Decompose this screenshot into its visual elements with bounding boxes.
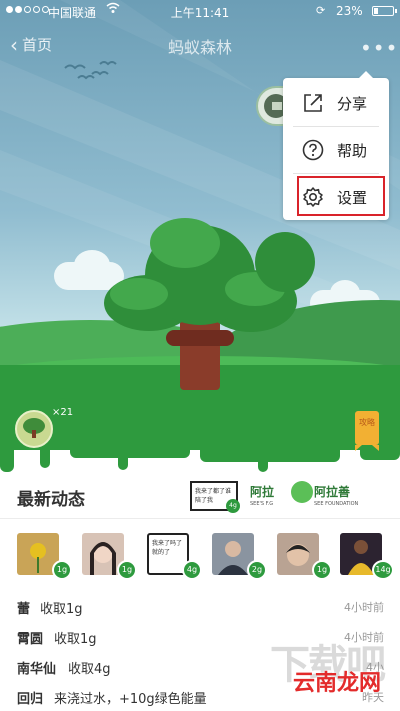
feed-action-text: 收取4g xyxy=(68,662,111,677)
share-icon xyxy=(301,91,325,115)
feed-title: 最新动态 xyxy=(17,490,85,510)
sponsor-frame-text: 我来了都了谁陪了我 xyxy=(195,488,232,504)
ground-drip xyxy=(0,440,14,472)
avatar-energy-badge: 14g xyxy=(372,560,394,580)
orientation-lock-icon: ⟳ xyxy=(316,4,326,17)
sponsor-subtext: SEE FOUNDATION xyxy=(314,501,359,507)
sponsor-logo: 阿拉善 xyxy=(314,485,351,499)
ground-drip xyxy=(200,440,340,462)
feed-header: 最新动态 我来了都了谁陪了我 4g 阿拉 SEE'S F.G 阿拉善 SEE F… xyxy=(0,475,400,519)
tree-leaves xyxy=(110,278,168,310)
feed-time: 4小时前 xyxy=(344,601,384,614)
feed-user-name: 回归 xyxy=(17,692,44,707)
energy-count: ×21 xyxy=(52,407,74,418)
ground-drip xyxy=(258,440,268,472)
highlight-annotation xyxy=(297,176,385,216)
avatar-energy-badge: 4g xyxy=(182,560,202,580)
watermark-site: 云南龙网 xyxy=(293,671,382,696)
sponsor-badge: 4g xyxy=(226,499,240,513)
battery-percent: 23% xyxy=(336,4,363,18)
guide-bookmark-icon[interactable]: 攻略 xyxy=(355,411,379,451)
friend-avatar-row: 1g 1g 我来了吗了就的了 4g 2g 1g 14g xyxy=(0,533,400,583)
tree-branch xyxy=(166,330,234,346)
page-title: 蚂蚁森林 xyxy=(167,38,232,57)
feed-row[interactable]: 蕾 收取1g 4小时前 xyxy=(0,592,400,622)
guide-label: 攻略 xyxy=(359,418,375,427)
menu-item-share[interactable]: 分享 xyxy=(283,80,389,126)
avatar-text: 我来了吗了就的了 xyxy=(152,540,183,556)
feed-action-text: 收取1g xyxy=(54,632,97,647)
menu-item-label: 分享 xyxy=(337,94,368,113)
menu-item-help[interactable]: 帮助 xyxy=(283,127,389,173)
status-bar: 中国联通 上午11:41 ⟳ 23% xyxy=(0,0,400,22)
feed-action-text: 来浇过水，+10g绿色能量 xyxy=(54,692,207,707)
tree-leaves xyxy=(150,218,220,268)
avatar-energy-badge: 1g xyxy=(52,560,72,580)
nav-bar: ‹ 首页 蚂蚁森林 ••• xyxy=(0,22,400,66)
leaf-logo-icon xyxy=(291,481,313,503)
avatar-energy-badge: 1g xyxy=(312,560,332,580)
cloud xyxy=(74,250,110,280)
ground-drip xyxy=(118,440,128,470)
feed-user-name: 蕾 xyxy=(17,602,31,617)
energy-tree-badge[interactable] xyxy=(15,410,53,448)
help-icon xyxy=(301,138,325,162)
menu-item-label: 帮助 xyxy=(337,141,368,160)
feed-user-name: 南华仙 xyxy=(17,662,57,677)
ground-drip xyxy=(70,440,190,458)
battery-icon xyxy=(372,6,397,16)
tree-leaves xyxy=(255,232,315,292)
sponsor-logo: 阿拉 xyxy=(250,485,275,499)
sponsor-subtext: SEE'S F.G xyxy=(250,501,274,507)
more-button[interactable]: ••• xyxy=(360,36,398,60)
forest-scene xyxy=(0,0,400,475)
avatar-energy-badge: 2g xyxy=(247,560,267,580)
feed-action-text: 收取1g xyxy=(40,602,83,617)
avatar-energy-badge: 1g xyxy=(117,560,137,580)
feed-user-name: 霄圆 xyxy=(17,632,44,647)
